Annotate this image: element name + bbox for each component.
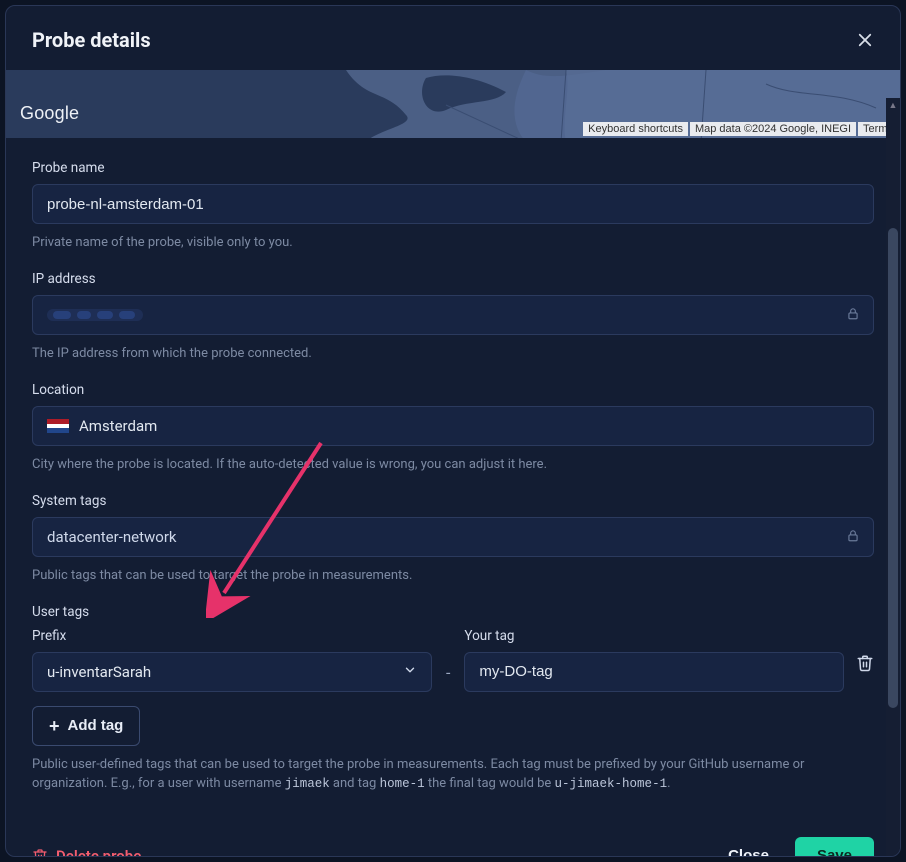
ip-address-group: IP address The IP address from which the… (32, 271, 874, 364)
ip-address-label: IP address (32, 271, 874, 287)
prefix-column: Prefix u-inventarSarah (32, 628, 432, 692)
prefix-select[interactable]: u-inventarSarah (32, 652, 432, 692)
form-scroll-area: Probe name Private name of the probe, vi… (6, 138, 900, 856)
lock-icon (846, 306, 860, 325)
location-group: Location Amsterdam City where the probe … (32, 382, 874, 475)
probe-name-label: Probe name (32, 160, 874, 176)
probe-details-modal: Probe details Google Keyboard shortcuts … (5, 5, 901, 857)
close-icon[interactable] (856, 31, 874, 49)
location-input[interactable]: Amsterdam (32, 406, 874, 446)
system-tags-label: System tags (32, 493, 874, 509)
plus-icon: + (49, 717, 60, 735)
modal-footer: Delete probe Close Save (32, 811, 874, 856)
tag-separator: - (444, 663, 452, 682)
add-tag-button[interactable]: + Add tag (32, 706, 140, 746)
google-logo: Google (20, 103, 79, 124)
user-tags-help: Public user-defined tags that can be use… (32, 756, 874, 794)
scrollbar-track[interactable]: ▲ (886, 98, 900, 856)
modal-title: Probe details (32, 28, 151, 52)
map-strip[interactable]: Google Keyboard shortcuts Map data ©2024… (6, 70, 900, 138)
scrollbar-thumb[interactable] (888, 228, 898, 708)
ip-address-help: The IP address from which the probe conn… (32, 345, 874, 364)
system-tags-input: datacenter-network (32, 517, 874, 557)
yourtag-column: Your tag (464, 628, 844, 692)
chevron-down-icon (403, 663, 417, 681)
add-tag-label: Add tag (68, 717, 124, 734)
probe-name-group: Probe name Private name of the probe, vi… (32, 160, 874, 253)
lock-icon (846, 527, 860, 546)
ip-address-input (32, 295, 874, 335)
system-tags-value: datacenter-network (47, 528, 177, 546)
scroll-up-arrow-icon[interactable]: ▲ (888, 100, 898, 110)
prefix-label: Prefix (32, 628, 432, 644)
system-tags-group: System tags datacenter-network Public ta… (32, 493, 874, 586)
prefix-value: u-inventarSarah (47, 663, 151, 681)
system-tags-help: Public tags that can be used to target t… (32, 567, 874, 586)
user-tags-group: User tags Prefix u-inventarSarah - Your … (32, 604, 874, 794)
modal-header: Probe details (6, 6, 900, 70)
save-button[interactable]: Save (795, 837, 874, 856)
flag-nl-icon (47, 419, 69, 433)
probe-name-input[interactable] (32, 184, 874, 224)
location-label: Location (32, 382, 874, 398)
map-data-attrib: Map data ©2024 Google, INEGI (690, 122, 856, 136)
delete-probe-button[interactable]: Delete probe (32, 847, 141, 856)
location-help: City where the probe is located. If the … (32, 456, 874, 475)
probe-name-help: Private name of the probe, visible only … (32, 234, 874, 253)
delete-tag-button[interactable] (856, 628, 874, 676)
delete-probe-label: Delete probe (56, 847, 141, 856)
map-attribution: Keyboard shortcuts Map data ©2024 Google… (583, 122, 898, 136)
close-button[interactable]: Close (716, 837, 781, 856)
location-city: Amsterdam (79, 417, 157, 435)
trash-icon (32, 848, 48, 856)
map-keyboard-shortcuts[interactable]: Keyboard shortcuts (583, 122, 688, 136)
yourtag-label: Your tag (464, 628, 844, 644)
user-tags-label: User tags (32, 604, 874, 620)
yourtag-input[interactable] (464, 652, 844, 692)
ip-redacted-blur (47, 306, 143, 324)
